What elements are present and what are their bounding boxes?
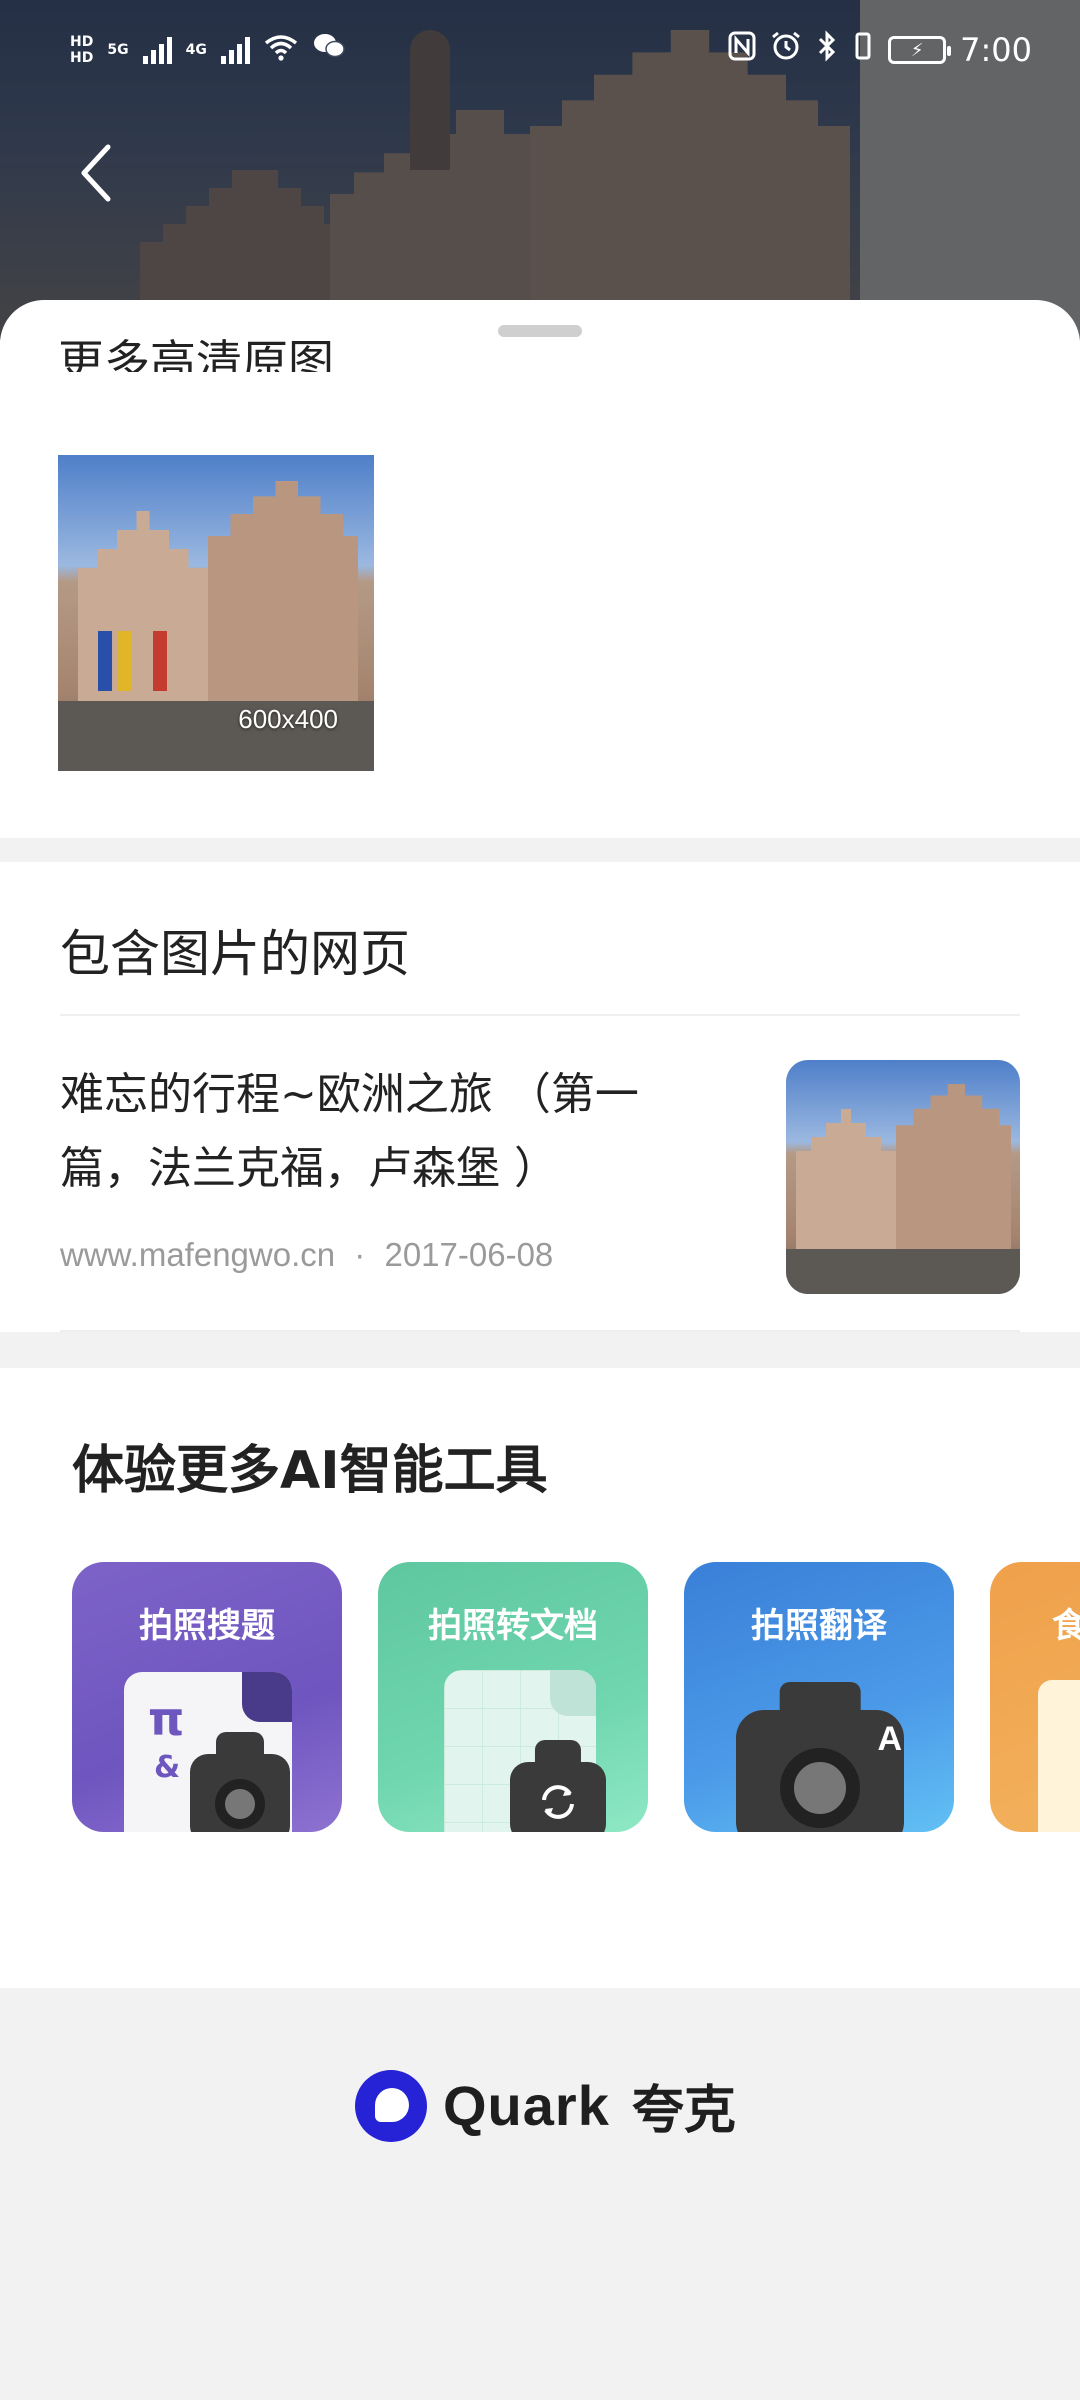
chevron-left-icon bbox=[78, 143, 112, 207]
ampersand-symbol: & bbox=[154, 1750, 181, 1785]
webpage-result-title[interactable]: 难忘的行程~欧洲之旅 （第一篇，法兰克福，卢森堡 ） bbox=[60, 1058, 710, 1206]
webpage-result-thumbnail[interactable] bbox=[786, 1060, 1020, 1294]
hd-image-thumbnail[interactable]: 600x400 bbox=[58, 455, 374, 771]
signal-4g-icon bbox=[220, 36, 250, 64]
more-images-section: 更多高清原图 600x400 bbox=[0, 300, 1080, 838]
nfc-icon bbox=[728, 31, 756, 69]
camera-icon bbox=[190, 1732, 290, 1832]
brand-cn-name: 夸克 bbox=[631, 2081, 736, 2141]
tool-photo-translate[interactable]: 拍照翻译 A bbox=[684, 1562, 954, 1832]
vibrate-icon bbox=[852, 30, 874, 70]
tool-photo-to-document[interactable]: 拍照转文档 bbox=[378, 1562, 648, 1832]
camera-convert-icon bbox=[510, 1740, 606, 1832]
meta-separator: · bbox=[354, 1236, 366, 1273]
footer: Quark 夸克 bbox=[0, 1988, 1080, 2400]
tool-photo-search-question[interactable]: 拍照搜题 π & bbox=[72, 1562, 342, 1832]
webpages-title: 包含图片的网页 bbox=[60, 925, 410, 983]
tool-label: 拍照搜题 bbox=[139, 1606, 275, 1646]
webpage-source: www.mafengwo.cn bbox=[60, 1236, 336, 1273]
image-dimensions-label: 600x400 bbox=[238, 704, 338, 734]
status-left: HD HD 5G 4G bbox=[70, 31, 346, 69]
ai-tools-carousel[interactable]: 拍照搜题 π & 拍照转文档 拍照翻译 A 食 bbox=[72, 1562, 1080, 1832]
tool-label: 拍照转文档 bbox=[428, 1606, 598, 1646]
results-sheet[interactable]: 更多高清原图 600x400 包含图片的网页 难忘的行程~欧洲之旅 （第一篇，法… bbox=[0, 300, 1080, 2400]
status-right: ⚡ 7:00 bbox=[728, 30, 1032, 70]
wifi-icon bbox=[264, 31, 298, 69]
hd-badge-1: HD bbox=[70, 34, 94, 50]
pi-symbol: π bbox=[148, 1692, 185, 1746]
clock-time: 7:00 bbox=[960, 31, 1032, 69]
network-4g-label: 4G bbox=[185, 42, 207, 58]
tool-label: 拍照翻译 bbox=[751, 1606, 887, 1646]
wechat-icon bbox=[312, 31, 346, 69]
network-5g-label: 5G bbox=[107, 42, 129, 58]
signal-5g-icon bbox=[142, 36, 172, 64]
ai-tools-section: 体验更多AI智能工具 拍照搜题 π & 拍照转文档 拍照翻译 A 食 bbox=[0, 1368, 1080, 1988]
more-images-title: 更多高清原图 bbox=[58, 335, 334, 372]
ai-tools-title: 体验更多AI智能工具 bbox=[72, 1441, 548, 1501]
sheet-drag-handle[interactable] bbox=[498, 325, 582, 337]
quark-brand: Quark 夸克 bbox=[355, 2068, 736, 2143]
webpages-section: 包含图片的网页 难忘的行程~欧洲之旅 （第一篇，法兰克福，卢森堡 ） www.m… bbox=[0, 862, 1080, 1332]
webpage-date: 2017-06-08 bbox=[384, 1236, 554, 1273]
section-divider bbox=[60, 1014, 1020, 1016]
tool-food-partial[interactable]: 食 bbox=[990, 1562, 1080, 1832]
tool-label: 食 bbox=[1052, 1606, 1080, 1646]
food-doc-icon bbox=[1038, 1680, 1080, 1832]
translate-a-badge: A bbox=[877, 1720, 902, 1758]
brand-name: Quark bbox=[443, 2074, 610, 2137]
back-button[interactable] bbox=[70, 143, 120, 207]
webpage-result-meta: www.mafengwo.cn · 2017-06-08 bbox=[60, 1236, 553, 1274]
quark-logo-icon bbox=[355, 2069, 427, 2142]
battery-icon: ⚡ bbox=[888, 36, 952, 64]
status-bar: HD HD 5G 4G ⚡ 7:00 bbox=[0, 0, 1080, 100]
bluetooth-icon bbox=[816, 30, 838, 70]
hd-badge-2: HD bbox=[70, 50, 94, 66]
hd-badges: HD HD bbox=[70, 35, 93, 65]
alarm-icon bbox=[770, 30, 802, 70]
section-divider bbox=[60, 1330, 1020, 1332]
